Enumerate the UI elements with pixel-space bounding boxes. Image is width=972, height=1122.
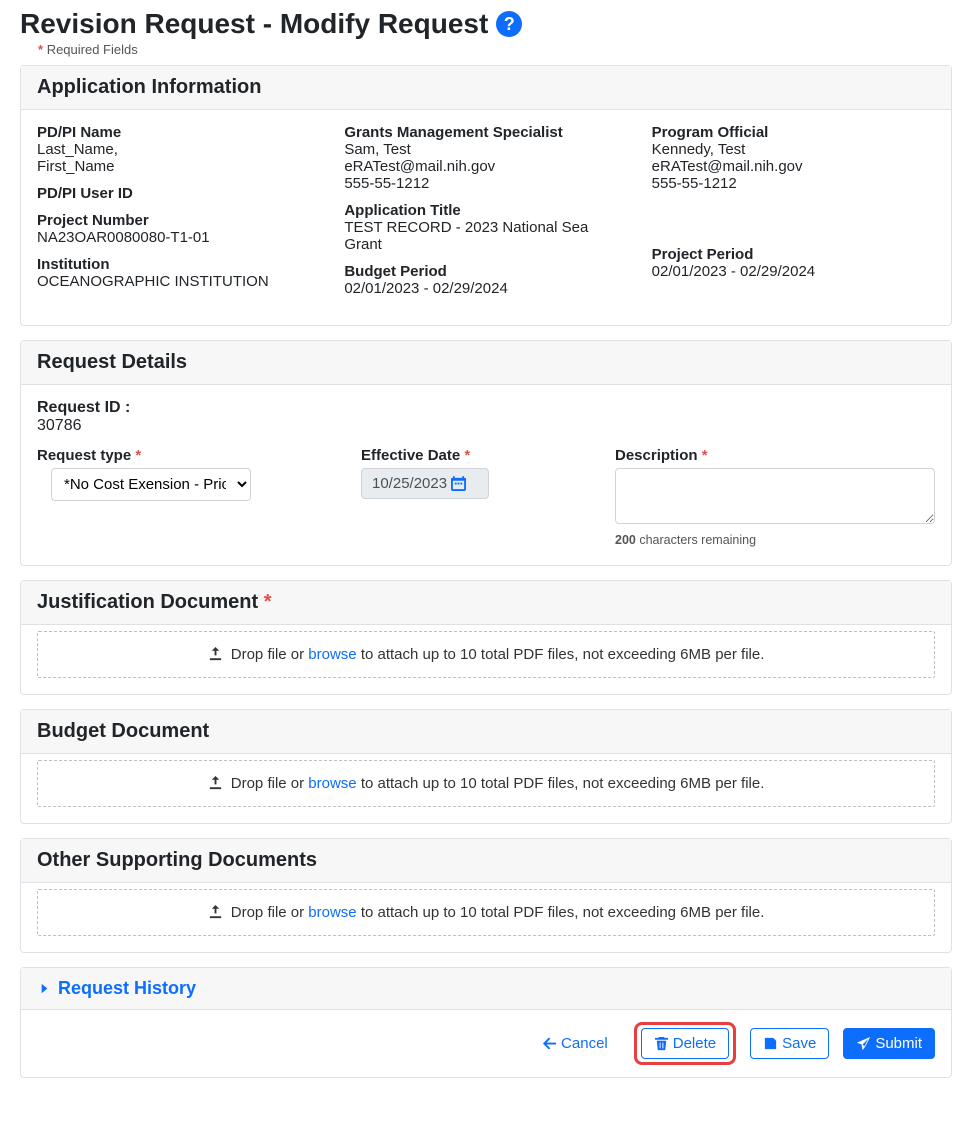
- pdpi-name-line1: Last_Name,: [37, 141, 320, 158]
- trash-icon: [654, 1036, 669, 1051]
- description-label: Description *: [615, 447, 935, 464]
- budget-period-label: Budget Period: [344, 263, 627, 280]
- institution-value: OCEANOGRAPHIC INSTITUTION: [37, 273, 320, 290]
- app-title-value: TEST RECORD - 2023 National Sea Grant: [344, 219, 627, 253]
- request-id-label: Request ID :: [37, 399, 935, 417]
- request-details-panel: Request Details Request ID : 30786 Reque…: [20, 340, 952, 566]
- effective-date-label-text: Effective Date: [361, 447, 460, 464]
- gms-name: Sam, Test: [344, 141, 627, 158]
- budget-dropzone[interactable]: Drop file or browse to attach up to 10 t…: [37, 760, 935, 807]
- asterisk-icon: *: [38, 42, 43, 57]
- save-button-label: Save: [782, 1035, 816, 1052]
- description-char-text: characters remaining: [639, 533, 756, 547]
- dropzone-prefix: Drop file or: [231, 904, 309, 921]
- arrow-left-icon: [542, 1036, 557, 1051]
- justification-document-header-text: Justification Document: [37, 591, 258, 613]
- description-char-count: 200: [615, 533, 636, 547]
- justification-document-header: Justification Document *: [21, 581, 951, 625]
- po-email: eRATest@mail.nih.gov: [652, 158, 935, 175]
- request-history-toggle[interactable]: Request History: [21, 968, 951, 1009]
- institution-label: Institution: [37, 256, 320, 273]
- browse-link[interactable]: browse: [308, 904, 356, 921]
- upload-icon: [208, 775, 223, 790]
- justification-document-panel: Justification Document * Drop file or br…: [20, 580, 952, 695]
- budget-document-header: Budget Document: [21, 710, 951, 754]
- project-period-label: Project Period: [652, 246, 935, 263]
- calendar-icon: [451, 476, 466, 491]
- delete-highlight: Delete: [634, 1022, 736, 1065]
- project-number-label: Project Number: [37, 212, 320, 229]
- help-icon[interactable]: ?: [496, 11, 522, 37]
- delete-button[interactable]: Delete: [641, 1028, 729, 1059]
- request-type-label-text: Request type: [37, 447, 131, 464]
- dropzone-prefix: Drop file or: [231, 775, 309, 792]
- po-name: Kennedy, Test: [652, 141, 935, 158]
- description-char-remaining: 200 characters remaining: [615, 533, 935, 547]
- required-fields-note: * Required Fields: [38, 42, 952, 57]
- delete-button-label: Delete: [673, 1035, 716, 1052]
- request-id-value: 30786: [37, 417, 935, 435]
- pdpi-userid-label: PD/PI User ID: [37, 185, 320, 202]
- save-button[interactable]: Save: [750, 1028, 829, 1059]
- request-details-header: Request Details: [21, 341, 951, 385]
- request-type-select[interactable]: *No Cost Exension - Prior Approval: [51, 468, 251, 501]
- effective-date-input[interactable]: 10/25/2023: [361, 468, 489, 499]
- gms-email: eRATest@mail.nih.gov: [344, 158, 627, 175]
- project-number-value: NA23OAR0080080-T1-01: [37, 229, 320, 246]
- dropzone-suffix: to attach up to 10 total PDF files, not …: [357, 775, 765, 792]
- asterisk-icon: *: [702, 447, 708, 464]
- budget-period-value: 02/01/2023 - 02/29/2024: [344, 280, 627, 297]
- application-info-header: Application Information: [21, 66, 951, 110]
- description-textarea[interactable]: [615, 468, 935, 524]
- other-documents-panel: Other Supporting Documents Drop file or …: [20, 838, 952, 953]
- browse-link[interactable]: browse: [308, 775, 356, 792]
- action-footer: Cancel Delete Save Submit: [21, 1009, 951, 1077]
- required-fields-text: Required Fields: [47, 42, 138, 57]
- pdpi-name-line2: First_Name: [37, 158, 320, 175]
- gms-label: Grants Management Specialist: [344, 124, 627, 141]
- budget-document-panel: Budget Document Drop file or browse to a…: [20, 709, 952, 824]
- description-label-text: Description: [615, 447, 698, 464]
- other-dropzone[interactable]: Drop file or browse to attach up to 10 t…: [37, 889, 935, 936]
- effective-date-label: Effective Date *: [361, 447, 591, 464]
- asterisk-icon: *: [264, 591, 272, 613]
- effective-date-value: 10/25/2023: [372, 475, 447, 492]
- dropzone-prefix: Drop file or: [231, 646, 309, 663]
- save-icon: [763, 1036, 778, 1051]
- dropzone-suffix: to attach up to 10 total PDF files, not …: [357, 904, 765, 921]
- po-phone: 555-55-1212: [652, 175, 935, 192]
- submit-button[interactable]: Submit: [843, 1028, 935, 1059]
- gms-phone: 555-55-1212: [344, 175, 627, 192]
- project-period-value: 02/01/2023 - 02/29/2024: [652, 263, 935, 280]
- request-history-panel: Request History Cancel Delete Save Submi…: [20, 967, 952, 1078]
- cancel-button[interactable]: Cancel: [530, 1029, 620, 1058]
- request-history-header-text: Request History: [58, 978, 196, 999]
- browse-link[interactable]: browse: [308, 646, 356, 663]
- dropzone-suffix: to attach up to 10 total PDF files, not …: [357, 646, 765, 663]
- pdpi-name-label: PD/PI Name: [37, 124, 320, 141]
- po-label: Program Official: [652, 124, 935, 141]
- cancel-button-label: Cancel: [561, 1035, 608, 1052]
- justification-dropzone[interactable]: Drop file or browse to attach up to 10 t…: [37, 631, 935, 678]
- asterisk-icon: *: [135, 447, 141, 464]
- app-title-label: Application Title: [344, 202, 627, 219]
- paper-plane-icon: [856, 1036, 871, 1051]
- page-title: Revision Request - Modify Request ?: [20, 8, 952, 40]
- upload-icon: [208, 646, 223, 661]
- upload-icon: [208, 904, 223, 919]
- caret-right-icon: [37, 981, 52, 996]
- asterisk-icon: *: [464, 447, 470, 464]
- application-info-panel: Application Information PD/PI Name Last_…: [20, 65, 952, 326]
- page-title-text: Revision Request - Modify Request: [20, 8, 488, 40]
- submit-button-label: Submit: [875, 1035, 922, 1052]
- other-documents-header: Other Supporting Documents: [21, 839, 951, 883]
- request-type-label: Request type *: [37, 447, 337, 464]
